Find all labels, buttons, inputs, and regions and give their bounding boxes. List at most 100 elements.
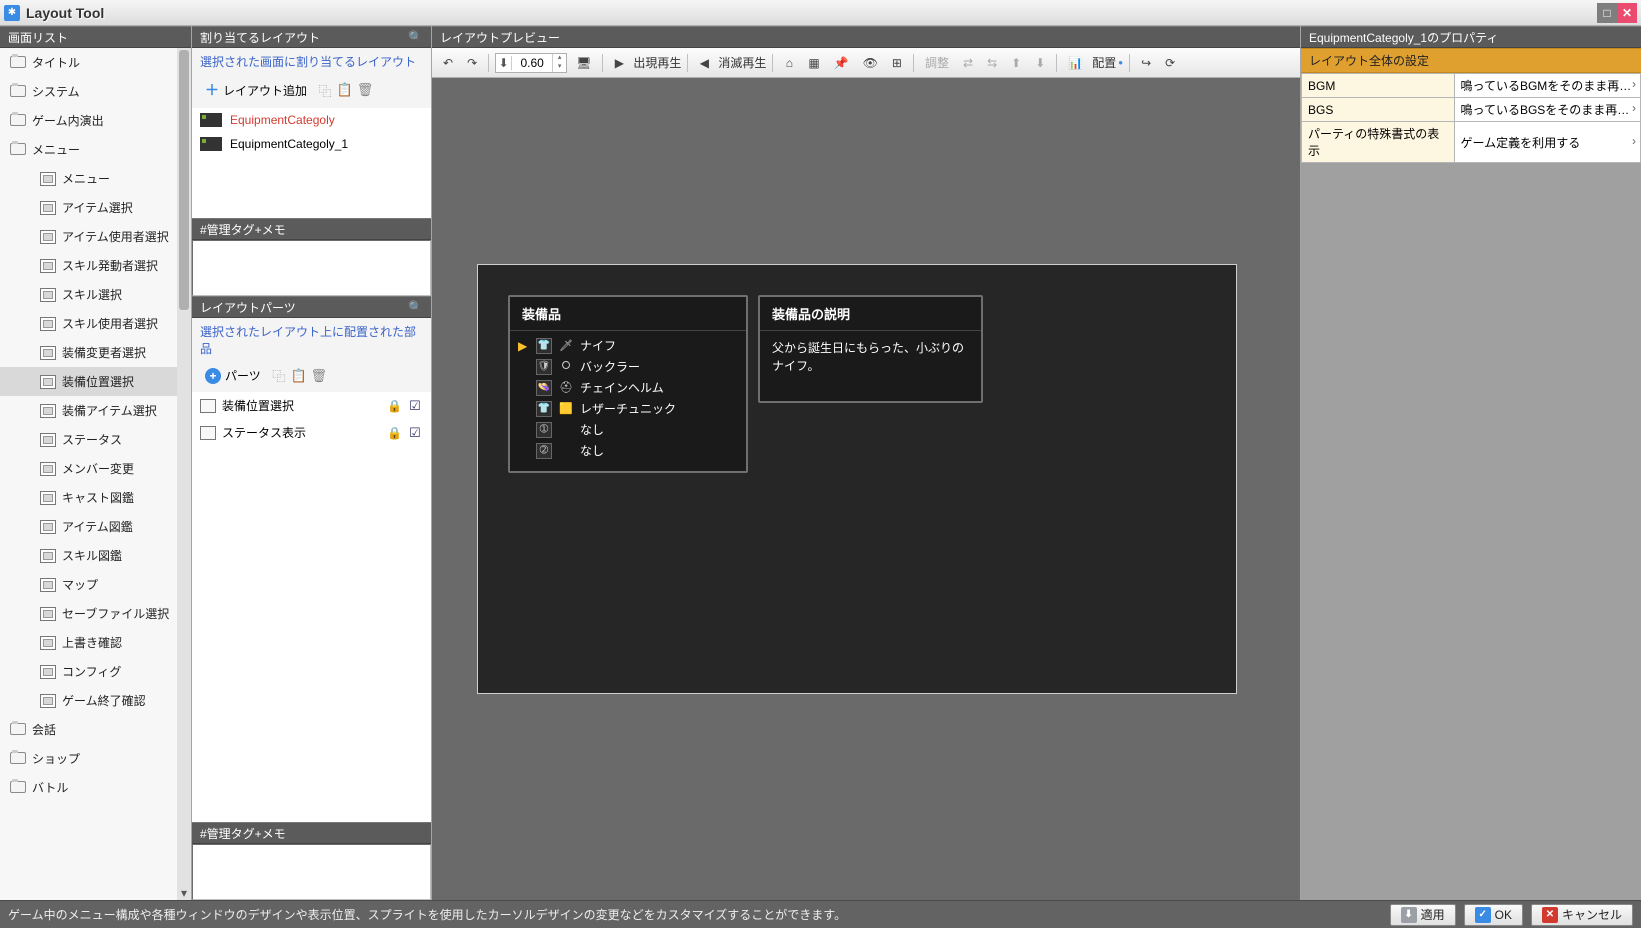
tag-memo-input-2[interactable] (192, 844, 431, 900)
tree-folder[interactable]: ショップ (0, 744, 191, 773)
visible-checkbox[interactable]: ☑ (407, 425, 423, 441)
grid-icon[interactable]: ▦ (803, 52, 824, 74)
tag-memo-header-2: #管理タグ+メモ (192, 822, 431, 844)
paste-icon[interactable]: 📋 (336, 81, 354, 99)
tree-item[interactable]: 装備変更者選択 (0, 338, 191, 367)
search-icon[interactable]: 🔍 (408, 30, 423, 44)
lock-icon[interactable]: 🔒 (387, 399, 401, 413)
tag-memo-input[interactable] (192, 240, 431, 296)
visible-checkbox[interactable]: ☑ (407, 398, 423, 414)
layout-item[interactable]: EquipmentCategoly (192, 108, 431, 132)
export-icon[interactable]: ↪ (1136, 52, 1156, 74)
assign-layout-title: 割り当てるレイアウト (200, 29, 320, 46)
slot-icon: 🛡 (536, 359, 552, 375)
chart-icon[interactable]: 📊 (1063, 52, 1088, 74)
property-value[interactable]: ゲーム定義を利用する (1454, 122, 1640, 163)
tree-folder[interactable]: メニュー (0, 135, 191, 164)
parts-button-row: + パーツ ⿻ 📋 🗑 (192, 359, 431, 392)
back-icon[interactable]: ◀ (694, 52, 714, 74)
tree-item[interactable]: 装備アイテム選択 (0, 396, 191, 425)
close-button[interactable]: ✕ (1617, 3, 1637, 23)
tree-item[interactable]: スキル使用者選択 (0, 309, 191, 338)
adjust-button[interactable]: 調整 (920, 52, 954, 74)
swap-icon[interactable]: ⇄ (958, 52, 978, 74)
equip-row: 🛡⭘バックラー (518, 356, 738, 377)
copy-icon[interactable]: ⿻ (270, 367, 288, 385)
tree-item-label: スキル図鑑 (62, 547, 122, 564)
monitor-icon[interactable]: 🖥 (571, 52, 596, 74)
tree-item[interactable]: アイテム使用者選択 (0, 222, 191, 251)
refresh-icon[interactable]: ⟳ (1160, 52, 1180, 74)
undo-icon[interactable]: ↶ (438, 52, 458, 74)
layout-item-label: EquipmentCategoly_1 (230, 137, 348, 151)
screen-icon (40, 375, 56, 389)
property-row[interactable]: BGM鳴っているBGMをそのまま再生する (1302, 74, 1641, 98)
tree-item[interactable]: メンバー変更 (0, 454, 191, 483)
zoom-spinner[interactable]: ▴▾ (552, 54, 566, 72)
cancel-button[interactable]: ✕キャンセル (1531, 904, 1633, 926)
tree-folder[interactable]: システム (0, 77, 191, 106)
tree-folder[interactable]: ゲーム内演出 (0, 106, 191, 135)
delete-icon[interactable]: 🗑 (310, 367, 328, 385)
maximize-button[interactable]: □ (1597, 3, 1617, 23)
ok-button[interactable]: ✓OK (1464, 904, 1523, 926)
tree-folder[interactable]: バトル (0, 773, 191, 802)
play-icon[interactable]: ▶ (609, 52, 629, 74)
tree-item[interactable]: ステータス (0, 425, 191, 454)
redo-icon[interactable]: ↷ (462, 52, 482, 74)
download-icon[interactable]: ⬇ (496, 56, 512, 70)
tree-folder[interactable]: 会話 (0, 715, 191, 744)
property-value[interactable]: 鳴っているBGMをそのまま再生する (1454, 74, 1640, 98)
tree-item[interactable]: スキル発動者選択 (0, 251, 191, 280)
property-value[interactable]: 鳴っているBGSをそのまま再生する (1454, 98, 1640, 122)
tree-item[interactable]: スキル選択 (0, 280, 191, 309)
tree-item[interactable]: コンフィグ (0, 657, 191, 686)
snap-icon[interactable]: ⊞ (887, 52, 907, 74)
property-row[interactable]: パーティの特殊書式の表示ゲーム定義を利用する (1302, 122, 1641, 163)
preview-canvas[interactable]: 装備品 ▶👕🗡ナイフ🛡⭘バックラー👒⛑チェインヘルム👕🟨レザーチュニック➀なし➁… (432, 78, 1300, 900)
tree-item[interactable]: アイテム選択 (0, 193, 191, 222)
tree-item-label: メンバー変更 (62, 460, 134, 477)
scrollbar-thumb[interactable] (179, 50, 189, 310)
item-icon: 🟨 (558, 401, 574, 417)
screen-tree-scrollbar[interactable]: ▾ (177, 48, 191, 900)
pin-icon[interactable]: 📌 (829, 52, 854, 74)
layout-item[interactable]: EquipmentCategoly_1 (192, 132, 431, 156)
tree-item[interactable]: キャスト図鑑 (0, 483, 191, 512)
add-parts-button[interactable]: + パーツ (198, 363, 268, 388)
property-row[interactable]: BGS鳴っているBGSをそのまま再生する (1302, 98, 1641, 122)
part-row[interactable]: 装備位置選択🔒☑ (192, 392, 431, 419)
tree-item[interactable]: 装備位置選択 (0, 367, 191, 396)
tree-item[interactable]: ゲーム終了確認 (0, 686, 191, 715)
scroll-down-icon[interactable]: ▾ (177, 886, 191, 900)
tree-item[interactable]: スキル図鑑 (0, 541, 191, 570)
delete-icon[interactable]: 🗑 (356, 81, 374, 99)
tree-item[interactable]: マップ (0, 570, 191, 599)
screen-tree[interactable]: タイトルシステムゲーム内演出メニューメニューアイテム選択アイテム使用者選択スキル… (0, 48, 191, 900)
tree-item[interactable]: セーブファイル選択 (0, 599, 191, 628)
tree-item[interactable]: 上書き確認 (0, 628, 191, 657)
item-icon: ⛑ (558, 380, 574, 396)
copy-icon[interactable]: ⿻ (316, 81, 334, 99)
play-appear-label: 出現再生 (633, 54, 681, 71)
lock-icon[interactable]: 🔒 (387, 426, 401, 440)
apply-button[interactable]: ⬇適用 (1390, 904, 1456, 926)
tree-item[interactable]: メニュー (0, 164, 191, 193)
eye-icon[interactable]: 👁 (858, 52, 883, 74)
add-layout-button[interactable]: ＋ レイアウト追加 (198, 76, 314, 104)
zoom-input[interactable] (512, 54, 552, 72)
tree-folder[interactable]: タイトル (0, 48, 191, 77)
tree-item-label: セーブファイル選択 (62, 605, 169, 622)
tree-item[interactable]: アイテム図鑑 (0, 512, 191, 541)
tree-item-label: アイテム図鑑 (62, 518, 133, 535)
down-icon[interactable]: ⬇ (1030, 52, 1050, 74)
home-icon[interactable]: ⌂ (779, 52, 799, 74)
property-pane: EquipmentCategoly_1のプロパティ レイアウト全体の設定 BGM… (1301, 26, 1641, 900)
search-icon[interactable]: 🔍 (408, 300, 423, 314)
equip-list: ▶👕🗡ナイフ🛡⭘バックラー👒⛑チェインヘルム👕🟨レザーチュニック➀なし➁なし (510, 331, 746, 465)
part-row[interactable]: ステータス表示🔒☑ (192, 419, 431, 446)
paste-icon[interactable]: 📋 (290, 367, 308, 385)
up-icon[interactable]: ⬆ (1006, 52, 1026, 74)
swap-icon-right[interactable]: ⇆ (982, 52, 1002, 74)
play-hide-label: 消滅再生 (718, 54, 766, 71)
